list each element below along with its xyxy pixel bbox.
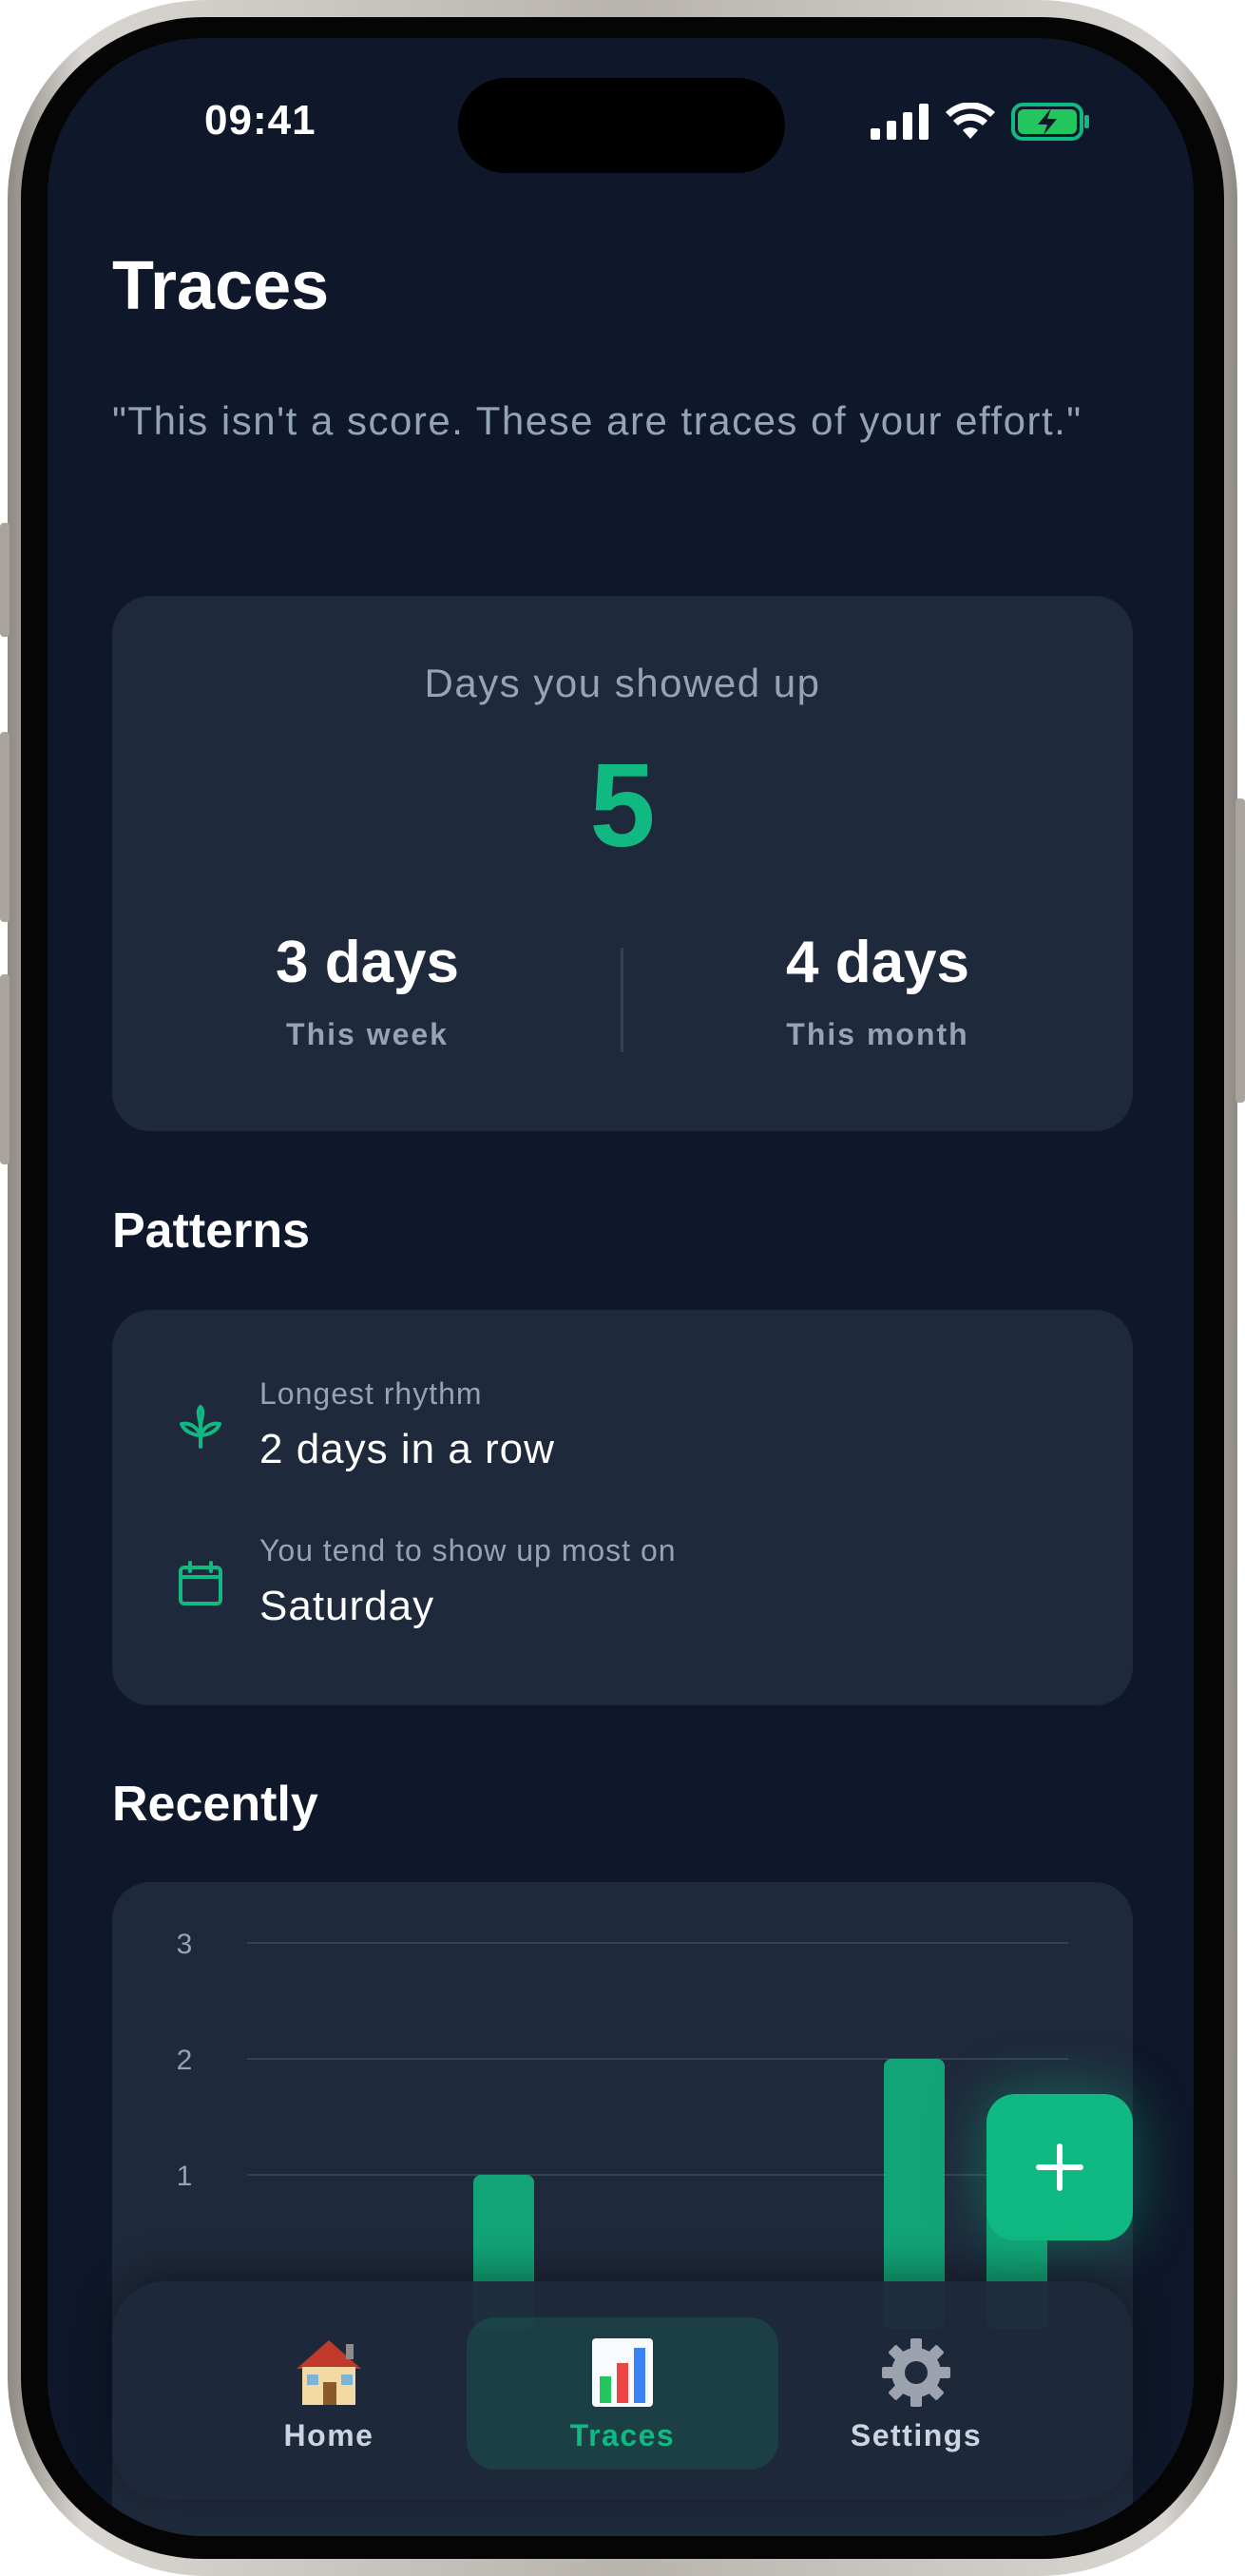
tab-home[interactable]: Home bbox=[173, 2317, 485, 2470]
tab-settings[interactable]: Settings bbox=[760, 2317, 1072, 2470]
pattern-longest-rhythm: Longest rhythm 2 days in a row bbox=[112, 1376, 1133, 1490]
pattern-label: Longest rhythm bbox=[259, 1376, 483, 1411]
plus-icon bbox=[1036, 2143, 1083, 2191]
pattern-most-common-day: You tend to show up most on Saturday bbox=[112, 1533, 1133, 1647]
action-button bbox=[0, 523, 10, 637]
pattern-value: Saturday bbox=[259, 1583, 435, 1629]
y-tick-label: 3 bbox=[177, 1929, 193, 1960]
this-month-value: 4 days bbox=[785, 930, 970, 995]
battery-charging-icon bbox=[1011, 103, 1089, 141]
page-subtitle: "This isn't a score. These are traces of… bbox=[112, 398, 1082, 443]
screen: 09:41 Traces "This isn't a score. These … bbox=[48, 38, 1194, 2536]
volume-up-button bbox=[0, 732, 10, 922]
this-week-value: 3 days bbox=[275, 930, 460, 995]
this-month-stat: 4 days This month bbox=[622, 929, 1133, 1052]
recently-title: Recently bbox=[112, 1777, 318, 1832]
tab-label: Traces bbox=[569, 2418, 676, 2452]
house-icon bbox=[297, 2340, 361, 2405]
add-trace-button[interactable] bbox=[986, 2094, 1133, 2240]
status-time: 09:41 bbox=[204, 97, 316, 144]
gear-icon bbox=[882, 2338, 950, 2407]
tab-label: Settings bbox=[850, 2418, 983, 2452]
sprout-icon bbox=[180, 1405, 221, 1449]
tab-label: Home bbox=[283, 2418, 374, 2452]
patterns-title: Patterns bbox=[112, 1203, 311, 1259]
total-days-value: 5 bbox=[589, 740, 656, 872]
cellular-signal-icon bbox=[871, 104, 929, 140]
this-week-stat: 3 days This week bbox=[112, 929, 622, 1052]
summary-card: Days you showed up 5 3 days This week 4 … bbox=[112, 596, 1133, 1131]
wifi-icon bbox=[946, 103, 995, 139]
patterns-card: Longest rhythm 2 days in a row You tend … bbox=[112, 1310, 1133, 1705]
summary-label: Days you showed up bbox=[424, 661, 821, 705]
page-title: Traces bbox=[112, 248, 330, 324]
power-button bbox=[1235, 798, 1245, 1103]
tab-bar: Home Traces Settings bbox=[112, 2281, 1133, 2500]
y-tick-label: 1 bbox=[177, 2161, 193, 2192]
dynamic-island bbox=[458, 78, 785, 173]
this-month-label: This month bbox=[786, 1017, 969, 1051]
y-tick-label: 2 bbox=[177, 2045, 193, 2076]
tab-traces[interactable]: Traces bbox=[467, 2317, 778, 2470]
pattern-label: You tend to show up most on bbox=[259, 1533, 677, 1567]
this-week-label: This week bbox=[286, 1017, 449, 1051]
bar-chart-icon bbox=[592, 2338, 653, 2407]
status-icons bbox=[871, 103, 1091, 141]
pattern-value: 2 days in a row bbox=[259, 1426, 555, 1472]
calendar-icon bbox=[179, 1561, 222, 1605]
volume-down-button bbox=[0, 974, 10, 1164]
